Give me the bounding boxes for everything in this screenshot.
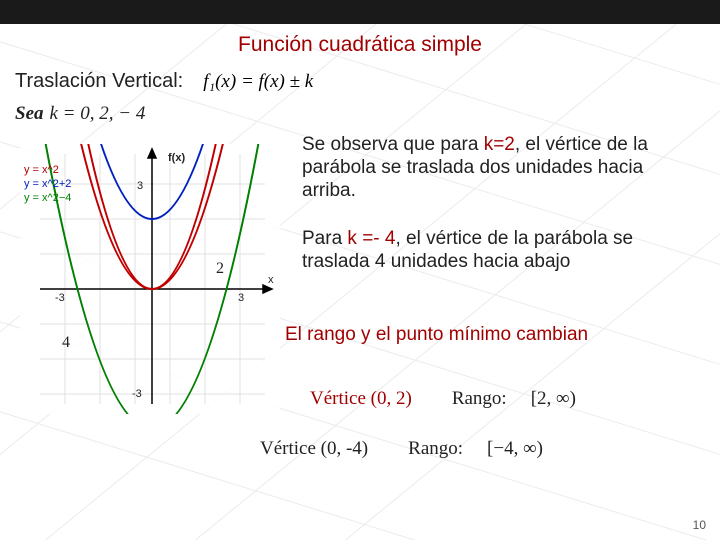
subtitle-row: Traslación Vertical: f₁(x) = f(x) ± k [15,70,313,93]
vertex-2-label: Vértice (0, -4) [260,438,368,460]
sea-label: Sea [15,103,44,125]
p1-k: k=2 [484,134,515,155]
p1-a: Se observa que para [302,134,484,155]
ytick-3: 3 [137,180,143,192]
x-axis-label: x [268,274,274,286]
paragraph-range-change: El rango y el punto mínimo cambian [285,324,705,347]
slide-title: Función cuadrática simple [0,33,720,57]
k-values-row: Sea k = 0, 2, − 4 [15,103,145,125]
legend-item-2: y = x^2+2 [24,178,71,190]
annotation-k2: 2 [216,260,224,278]
legend-item-1: y = x^2 [24,164,59,176]
rango-2-label: Rango: [408,438,463,460]
ytick-neg3: -3 [132,388,142,400]
xtick-pos3: 3 [238,292,244,304]
annotation-k4: 4 [62,334,70,352]
top-bar [0,0,720,24]
p2-a: Para [302,228,347,249]
paragraph-k4: Para k =- 4, el vértice de la parábola s… [302,228,697,274]
rango-1-value: [2, ∞) [531,388,576,410]
y-axis-label: f(x) [168,152,185,164]
vertex-row-2: Vértice (0, -4) Rango: [−4, ∞) [260,438,543,460]
vertex-row-1: Vértice (0, 2) Rango: [2, ∞) [310,388,576,410]
subtitle-label: Traslación Vertical: [15,70,183,93]
p2-k: k =- 4 [347,228,395,249]
paragraph-k2: Se observa que para k=2, el vértice de l… [302,134,697,202]
formula-f1: f₁(x) = f(x) ± k [203,71,313,93]
xtick-neg3: -3 [55,292,65,304]
rango-2-value: [−4, ∞) [487,438,543,460]
vertex-1-label: Vértice (0, 2) [310,388,412,410]
sea-values: k = 0, 2, − 4 [50,103,146,125]
rango-1-label: Rango: [452,388,507,410]
legend-item-3: y = x^2−4 [24,192,71,204]
parabola-graph: y = x^2 y = x^2+2 y = x^2−4 f(x) x -3 3 … [20,144,280,414]
page-number: 10 [693,518,706,532]
